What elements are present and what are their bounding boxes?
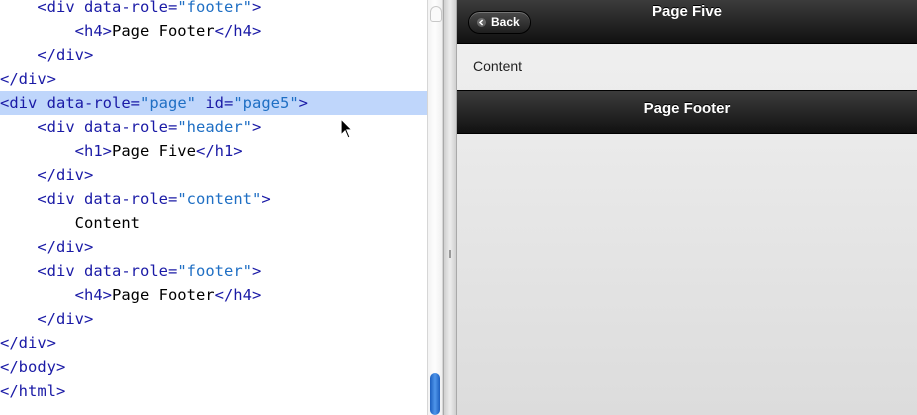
code-line[interactable]: </html> bbox=[0, 379, 427, 403]
editor-scrollbar[interactable] bbox=[427, 0, 443, 415]
code-line[interactable]: </body> bbox=[0, 355, 427, 379]
code-tag: <div bbox=[37, 118, 84, 136]
scrollbar-thumb[interactable] bbox=[430, 373, 440, 415]
code-string: "page" bbox=[140, 94, 196, 112]
code-line[interactable]: <div data-role="footer"> bbox=[0, 0, 427, 19]
code-line[interactable]: <h4>Page Footer</h4> bbox=[0, 283, 427, 307]
mouse-pointer-icon bbox=[340, 118, 354, 139]
pane-splitter[interactable] bbox=[443, 0, 457, 415]
page-footer-bar: Page Footer bbox=[457, 90, 917, 134]
code-text: Page Footer bbox=[111, 286, 215, 304]
page-footer-title: Page Footer bbox=[643, 100, 731, 117]
code-tag: <div bbox=[0, 94, 47, 112]
code-attribute: data-role= bbox=[46, 94, 140, 112]
code-tag: </h4> bbox=[214, 286, 262, 304]
code-tag: <div bbox=[37, 190, 84, 208]
code-tag: </h4> bbox=[214, 22, 262, 40]
code-string: "header" bbox=[177, 118, 252, 136]
code-tag: </div> bbox=[37, 46, 94, 64]
code-tag: <h4> bbox=[74, 286, 112, 304]
code-tag: > bbox=[298, 94, 308, 112]
scrollbar-top-cap bbox=[430, 6, 442, 22]
page-header-bar: Page Five Back bbox=[457, 0, 917, 44]
code-string: "footer" bbox=[177, 262, 252, 280]
code-tag: </div> bbox=[0, 334, 56, 352]
code-line[interactable]: </div> bbox=[0, 43, 427, 67]
preview-pane: Page Five Back Content Page Footer bbox=[457, 0, 917, 415]
code-tag: </div> bbox=[37, 166, 94, 184]
code-text: Page Five bbox=[111, 142, 196, 160]
code-tag: > bbox=[261, 190, 271, 208]
code-tag: <h4> bbox=[74, 22, 112, 40]
code-line[interactable]: <div data-role="header"> bbox=[0, 115, 427, 139]
code-tag: <div bbox=[37, 0, 84, 16]
code-line[interactable]: </div> bbox=[0, 163, 427, 187]
code-tag: > bbox=[251, 118, 262, 136]
code-attribute: data-role= bbox=[84, 262, 178, 280]
code-line[interactable]: Content bbox=[0, 211, 427, 235]
code-text: Page Footer bbox=[111, 22, 215, 40]
code-tag: > bbox=[251, 0, 262, 16]
code-attribute: data-role= bbox=[84, 190, 178, 208]
code-string: "page5" bbox=[233, 94, 299, 112]
code-tag: </html> bbox=[0, 382, 66, 400]
page-content-text: Content bbox=[473, 58, 523, 74]
code-text: Content bbox=[74, 214, 140, 232]
code-tag: > bbox=[251, 262, 262, 280]
code-attribute: data-role= bbox=[84, 118, 178, 136]
code-line[interactable]: </div> bbox=[0, 67, 427, 91]
code-attribute: id= bbox=[196, 94, 234, 112]
code-line[interactable]: <h1>Page Five</h1> bbox=[0, 139, 427, 163]
code-line[interactable]: <div data-role="footer"> bbox=[0, 259, 427, 283]
code-line[interactable]: </div> bbox=[0, 307, 427, 331]
back-button-label: Back bbox=[491, 15, 520, 29]
code-attribute: data-role= bbox=[84, 0, 178, 16]
code-tag: </div> bbox=[37, 310, 94, 328]
code-tag: </div> bbox=[37, 238, 94, 256]
splitter-grip[interactable] bbox=[449, 250, 451, 258]
code-tag: <h1> bbox=[74, 142, 112, 160]
code-tag: </h1> bbox=[195, 142, 243, 160]
back-button[interactable]: Back bbox=[468, 11, 531, 34]
code-tag: </body> bbox=[0, 358, 66, 376]
code-line[interactable]: <div data-role="content"> bbox=[0, 187, 427, 211]
code-line[interactable]: <h4>Page Footer</h4> bbox=[0, 19, 427, 43]
chevron-left-icon bbox=[477, 18, 486, 27]
code-tag: <div bbox=[37, 262, 84, 280]
code-line[interactable]: </div> bbox=[0, 331, 427, 355]
code-line[interactable]: </div> bbox=[0, 235, 427, 259]
code-string: "content" bbox=[177, 190, 262, 208]
code-editor[interactable]: <div data-role="footer"> <h4>Page Footer… bbox=[0, 0, 427, 415]
code-line-selected[interactable]: <div data-role="page" id="page5"> bbox=[0, 91, 427, 115]
code-tag: </div> bbox=[0, 70, 56, 88]
code-string: "footer" bbox=[177, 0, 252, 16]
